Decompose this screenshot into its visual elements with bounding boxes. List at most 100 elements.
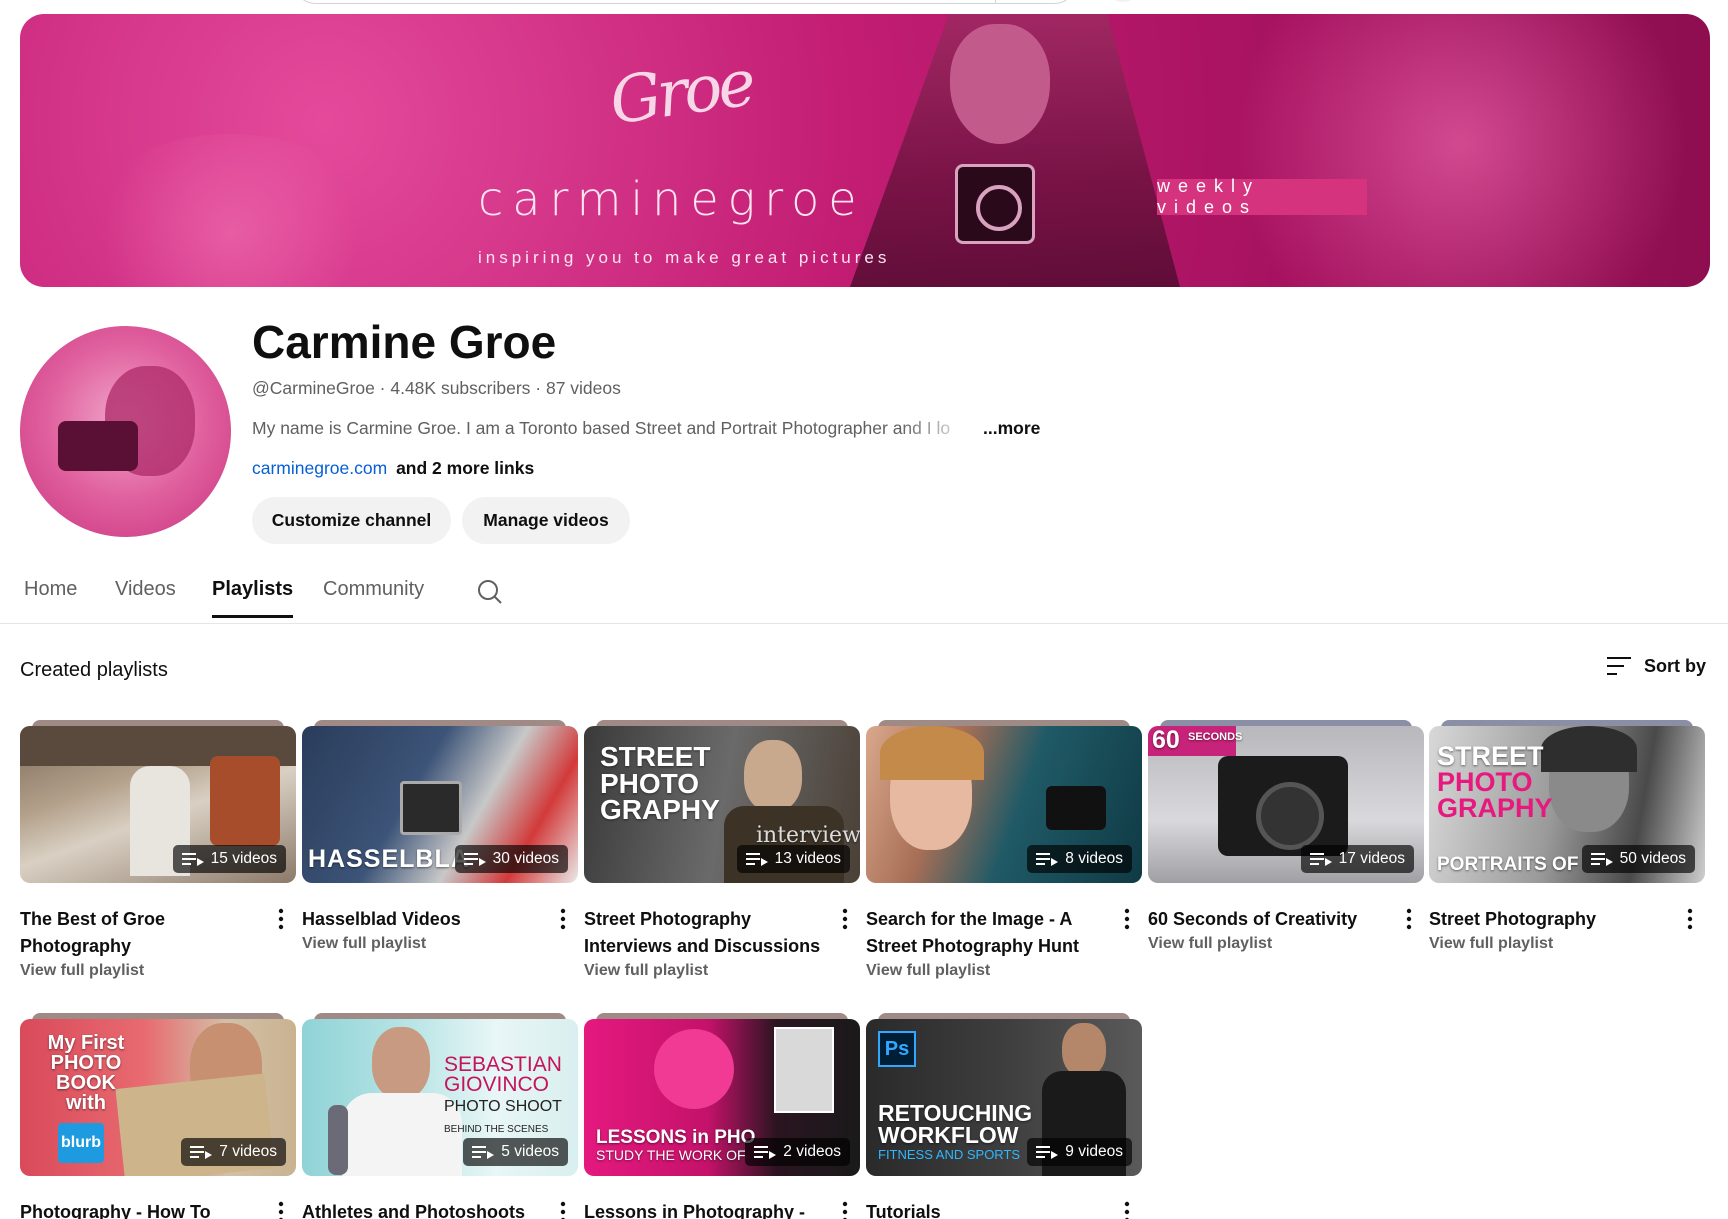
section-title: Created playlists xyxy=(20,659,168,681)
thumbnail-subtext: SECONDS xyxy=(1188,731,1243,743)
thumbnail-text-accent: PHOTO xyxy=(1437,767,1533,797)
view-full-playlist-link[interactable]: View full playlist xyxy=(584,962,708,980)
more-vert-icon[interactable] xyxy=(1687,908,1693,930)
playlist-card[interactable]: SEBASTIAN GIOVINCO PHOTO SHOOT BEHIND TH… xyxy=(302,1013,578,1219)
thumbnail-camera xyxy=(1046,786,1106,830)
playlist-card[interactable]: 60 SECONDS 17 videos 60 Seconds of Creat… xyxy=(1148,720,1424,952)
search-icon[interactable] xyxy=(476,578,504,606)
playlist-thumbnail[interactable]: LESSONS in PHO STUDY THE WORK OF 2 video… xyxy=(584,1013,860,1176)
channel-description[interactable]: My name is Carmine Groe. I am a Toronto … xyxy=(252,418,987,439)
playlist-card[interactable]: HASSELBLA 30 videos Hasselblad Videos Vi… xyxy=(302,720,578,952)
video-count: 15 videos xyxy=(210,850,277,867)
playlist-title[interactable]: Search for the Image - A Street Photogra… xyxy=(866,906,1106,960)
more-vert-icon[interactable] xyxy=(278,908,284,930)
playlist-thumbnail[interactable]: HASSELBLA 30 videos xyxy=(302,720,578,883)
banner-glow xyxy=(80,134,380,287)
playlist-title[interactable]: Hasselblad Videos xyxy=(302,906,542,933)
thumbnail-produce xyxy=(210,756,280,846)
tab-home[interactable]: Home xyxy=(24,578,77,615)
playlist-thumbnail[interactable]: 15 videos xyxy=(20,720,296,883)
view-full-playlist-link[interactable]: View full playlist xyxy=(302,935,426,953)
channel-name: Carmine Groe xyxy=(252,316,557,368)
thumbnail-text: STREET xyxy=(1437,741,1544,771)
sort-by-button[interactable]: Sort by xyxy=(1606,655,1706,677)
video-count: 9 videos xyxy=(1065,1143,1123,1160)
playlist-thumbnail[interactable]: My First PHOTO BOOK with blurb 7 videos xyxy=(20,1013,296,1176)
thumbnail-text: LESSONS in PHO xyxy=(596,1127,756,1148)
tab-videos[interactable]: Videos xyxy=(115,578,176,615)
banner-weekly-badge: weekly videos xyxy=(1157,176,1367,217)
voice-search-button[interactable] xyxy=(1108,0,1138,2)
playlist-title[interactable]: Tutorials xyxy=(866,1199,1106,1219)
playlist-icon xyxy=(1309,853,1332,866)
playlist-card[interactable]: 15 videos The Best of Groe Photography V… xyxy=(20,720,296,979)
more-vert-icon[interactable] xyxy=(560,908,566,930)
thumbnail-text: 60 xyxy=(1152,726,1180,754)
playlist-card[interactable]: LESSONS in PHO STUDY THE WORK OF 2 video… xyxy=(584,1013,860,1219)
playlist-title[interactable]: Street Photography xyxy=(1429,906,1669,933)
video-count-badge: 50 videos xyxy=(1581,845,1695,873)
playlist-title[interactable]: Lessons in Photography - xyxy=(584,1199,824,1219)
more-vert-icon[interactable] xyxy=(560,1201,566,1219)
manage-videos-button[interactable]: Manage videos xyxy=(462,497,630,544)
playlist-icon xyxy=(1036,853,1059,866)
more-vert-icon[interactable] xyxy=(1124,908,1130,930)
more-vert-icon[interactable] xyxy=(842,1201,848,1219)
thumbnail-subtext: interview xyxy=(756,823,860,848)
tab-playlists[interactable]: Playlists xyxy=(212,578,294,618)
search-bar-edge[interactable] xyxy=(295,0,1075,4)
banner-signature: Groe xyxy=(605,46,757,140)
channel-avatar[interactable] xyxy=(20,326,231,537)
playlist-card[interactable]: STREET PHOTO GRAPHY PORTRAITS OF 50 vide… xyxy=(1429,720,1705,952)
thumbnail-text: HASSELBLA xyxy=(308,845,470,873)
view-full-playlist-link[interactable]: View full playlist xyxy=(1429,935,1553,953)
thumbnail-logo: blurb xyxy=(58,1123,104,1163)
more-vert-icon[interactable] xyxy=(842,908,848,930)
more-vert-icon[interactable] xyxy=(1406,908,1412,930)
thumbnail-camera xyxy=(400,781,462,835)
playlist-card[interactable]: My First PHOTO BOOK with blurb 7 videos … xyxy=(20,1013,296,1219)
video-count: 5 videos xyxy=(501,1143,559,1160)
view-full-playlist-link[interactable]: View full playlist xyxy=(20,962,144,980)
description-more-link[interactable]: ...more xyxy=(983,418,1040,439)
tab-community[interactable]: Community xyxy=(323,578,424,615)
playlist-card[interactable]: 8 videos Search for the Image - A Street… xyxy=(866,720,1142,979)
banner-camera xyxy=(955,164,1035,244)
thumbnail-arm xyxy=(328,1105,348,1175)
playlist-card[interactable]: Ps RETOUCHING WORKFLOW FITNESS AND SPORT… xyxy=(866,1013,1142,1219)
playlist-thumbnail[interactable]: STREET PHOTO GRAPHY interview 13 videos xyxy=(584,720,860,883)
playlist-thumbnail[interactable]: STREET PHOTO GRAPHY PORTRAITS OF 50 vide… xyxy=(1429,720,1705,883)
thumbnail-text: RETOUCHING WORKFLOW xyxy=(878,1100,1033,1148)
view-full-playlist-link[interactable]: View full playlist xyxy=(866,962,990,980)
thumbnail-beanie xyxy=(1541,726,1637,772)
playlist-thumbnail[interactable]: Ps RETOUCHING WORKFLOW FITNESS AND SPORT… xyxy=(866,1013,1142,1176)
banner-glow xyxy=(1200,14,1710,287)
video-count: 8 videos xyxy=(1065,850,1123,867)
customize-channel-button[interactable]: Customize channel xyxy=(252,497,451,544)
playlist-thumbnail[interactable]: 60 SECONDS 17 videos xyxy=(1148,720,1424,883)
banner-photographer-head xyxy=(950,24,1050,144)
more-vert-icon[interactable] xyxy=(1124,1201,1130,1219)
playlist-thumbnail[interactable]: SEBASTIAN GIOVINCO PHOTO SHOOT BEHIND TH… xyxy=(302,1013,578,1176)
thumbnail-photo xyxy=(774,1027,834,1113)
video-count-badge: 15 videos xyxy=(172,845,286,873)
banner-brand: carminegroe xyxy=(478,172,866,226)
playlist-card[interactable]: STREET PHOTO GRAPHY interview 13 videos … xyxy=(584,720,860,979)
playlist-title[interactable]: The Best of Groe Photography xyxy=(20,906,260,960)
playlist-title[interactable]: Photography - How To xyxy=(20,1199,260,1219)
playlist-title[interactable]: 60 Seconds of Creativity xyxy=(1148,906,1388,933)
video-count-badge: 8 videos xyxy=(1027,845,1132,873)
playlist-icon xyxy=(745,853,768,866)
playlist-thumbnail[interactable]: 8 videos xyxy=(866,720,1142,883)
more-links-button[interactable]: and 2 more links xyxy=(396,458,534,478)
view-full-playlist-link[interactable]: View full playlist xyxy=(1148,935,1272,953)
channel-website-link[interactable]: carminegroe.com xyxy=(252,458,387,478)
more-vert-icon[interactable] xyxy=(278,1201,284,1219)
video-count: 13 videos xyxy=(774,850,841,867)
playlist-title[interactable]: Athletes and Photoshoots xyxy=(302,1199,542,1219)
video-count-badge: 17 videos xyxy=(1300,845,1414,873)
thumbnail-head xyxy=(744,740,802,812)
thumbnail-text: STREET PHOTO GRAPHY xyxy=(600,741,720,826)
playlist-title[interactable]: Street Photography Interviews and Discus… xyxy=(584,906,824,960)
avatar-camera xyxy=(58,421,138,471)
